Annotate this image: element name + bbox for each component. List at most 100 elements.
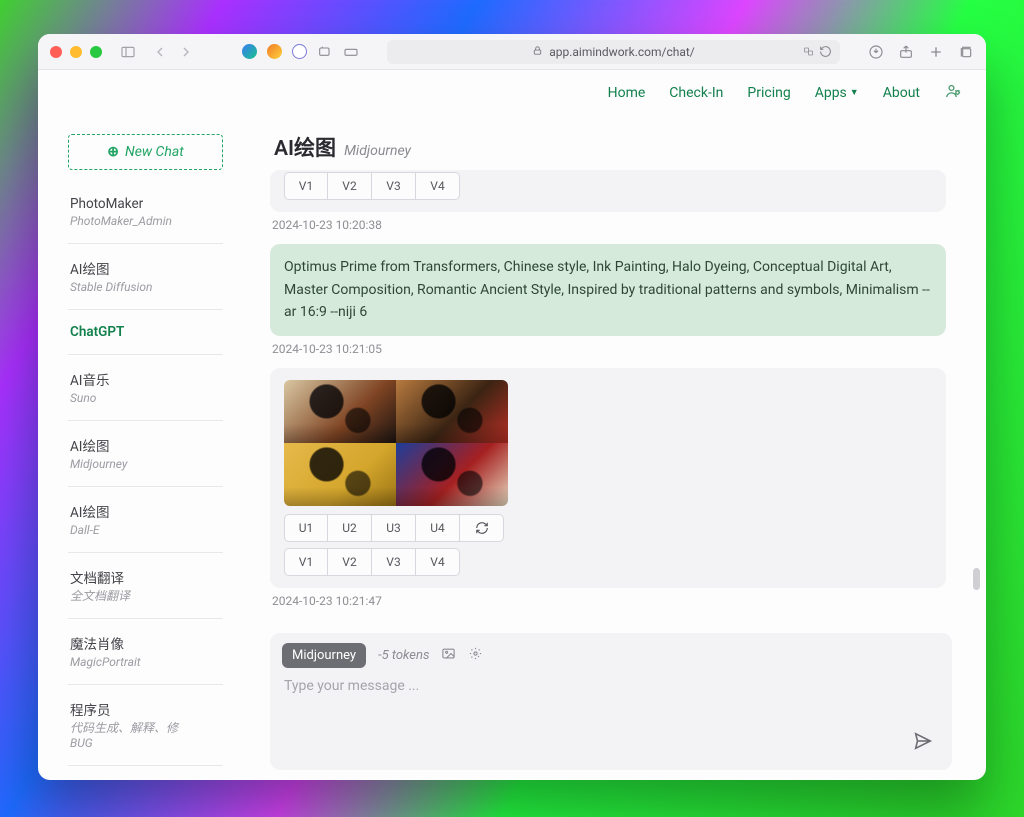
v1-button[interactable]: V1 [284,172,328,200]
image-1[interactable] [284,380,396,443]
chat-scroll[interactable]: V1 V2 V3 V4 2024-10-23 10:20:38 Optimus … [270,170,952,627]
zoom-window-button[interactable] [90,46,102,58]
u1-button[interactable]: U1 [284,514,328,542]
settings-icon[interactable] [468,646,483,665]
sidebar-item-title: AI绘图 [70,501,221,521]
token-hint: -5 tokens [378,648,429,663]
forward-button[interactable] [174,40,198,64]
sidebar-item-sub: PhotoMaker_Admin [70,214,200,229]
new-tab-icon[interactable] [928,44,944,60]
sidebar-item-chatgpt[interactable]: ChatGPT [68,310,223,355]
traffic-lights [50,46,102,58]
timestamp: 2024-10-23 10:21:05 [272,342,946,356]
v3-button[interactable]: V3 [372,172,416,200]
sidebar-item-sub: Midjourney [70,457,200,472]
new-chat-label: New Chat [125,144,184,160]
ext-icon-5[interactable] [343,44,359,60]
result-card: U1 U2 U3 U4 V1 V2 V3 [270,368,946,588]
v4-button[interactable]: V4 [416,172,460,200]
sidebar-item-magic-portrait[interactable]: 魔法肖像 MagicPortrait [68,619,223,685]
result-card-prev: V1 V2 V3 V4 [270,170,946,212]
model-chip[interactable]: Midjourney [282,643,366,668]
ext-icon-4[interactable] [317,44,333,60]
sidebar-item-translate[interactable]: 翻译 [68,766,223,780]
titlebar-right [868,44,974,60]
nav-apps[interactable]: Apps ▼ [815,85,859,101]
image-2[interactable] [396,380,508,443]
nav-home[interactable]: Home [608,85,646,101]
reload-icon[interactable] [819,45,832,58]
app-nav: Home Check-In Pricing Apps ▼ About [38,70,986,116]
titlebar: app.aimindwork.com/chat/ [38,34,986,70]
close-window-button[interactable] [50,46,62,58]
scrollbar-thumb[interactable] [973,568,980,590]
sidebar-item-midjourney[interactable]: AI绘图 Midjourney [68,421,223,487]
v2-button[interactable]: V2 [328,548,372,576]
send-icon [912,730,934,752]
timestamp: 2024-10-23 10:20:38 [272,218,946,232]
u2-button[interactable]: U2 [328,514,372,542]
sidebar-item-suno[interactable]: AI音乐 Suno [68,355,223,421]
send-button[interactable] [912,730,934,756]
v-row-prev: V1 V2 V3 V4 [284,172,932,200]
tabs-overview-icon[interactable] [958,44,974,60]
sidebar-toggle-icon[interactable] [120,44,136,60]
share-icon[interactable] [898,44,914,60]
u-row: U1 U2 U3 U4 [284,514,932,542]
user-prompt-bubble: Optimus Prime from Transformers, Chinese… [270,244,946,336]
new-chat-button[interactable]: ⊕ New Chat [68,134,223,170]
nav-arrows [148,40,198,64]
sidebar-item-sub: Dall-E [70,523,200,538]
nav-checkin[interactable]: Check-In [669,85,723,101]
downloads-icon[interactable] [868,44,884,60]
image-3[interactable] [284,443,396,506]
url-text: app.aimindwork.com/chat/ [549,45,695,59]
sidebar-item-sub: Suno [70,391,200,406]
nav-pricing[interactable]: Pricing [747,85,790,101]
composer-toolbar: Midjourney -5 tokens [282,643,940,668]
nav-apps-label: Apps [815,85,847,101]
v3-button[interactable]: V3 [372,548,416,576]
u4-button[interactable]: U4 [416,514,460,542]
minimize-window-button[interactable] [70,46,82,58]
reload-group [803,45,832,58]
v-row: V1 V2 V3 V4 [284,548,932,576]
sidebar-item-title: AI绘图 [70,258,221,278]
image-attach-icon[interactable] [441,646,456,665]
sidebar-item-sub: 全文档翻译 [70,589,200,604]
reroll-button[interactable] [460,514,504,542]
sidebar-item-sub: Stable Diffusion [70,280,200,295]
page-subtitle: Midjourney [344,143,411,159]
sidebar-item-photomaker[interactable]: PhotoMaker PhotoMaker_Admin [68,182,223,244]
timestamp: 2024-10-23 10:21:47 [272,594,946,608]
page-title: AI绘图 [274,132,336,162]
image-4[interactable] [396,443,508,506]
message-input[interactable] [282,672,940,758]
sidebar-item-sd[interactable]: AI绘图 Stable Diffusion [68,244,223,310]
sidebar-item-coder[interactable]: 程序员 代码生成、解释、修BUG [68,685,223,766]
v1-button[interactable]: V1 [284,548,328,576]
translate-icon[interactable] [803,46,815,58]
v2-button[interactable]: V2 [328,172,372,200]
sidebar-item-title: ChatGPT [70,324,221,340]
sidebar-item-title: AI绘图 [70,435,221,455]
ext-icon-2[interactable] [267,44,282,59]
ext-icon-1[interactable] [242,44,257,59]
sidebar-item-dalle[interactable]: AI绘图 Dall-E [68,487,223,553]
sidebar-item-title: 文档翻译 [70,567,221,587]
ext-icon-3[interactable] [292,44,307,59]
page-heading: AI绘图 Midjourney [270,132,952,162]
back-button[interactable] [148,40,172,64]
user-settings-icon[interactable] [944,82,962,104]
v4-button[interactable]: V4 [416,548,460,576]
main-panel: AI绘图 Midjourney V1 V2 V3 V4 [254,116,986,780]
nav-about[interactable]: About [883,85,920,101]
u3-button[interactable]: U3 [372,514,416,542]
sidebar-item-doc-translate[interactable]: 文档翻译 全文档翻译 [68,553,223,619]
extension-icons [242,44,359,60]
caret-down-icon: ▼ [850,87,859,98]
lock-icon [532,45,543,59]
sidebar-item-title: 程序员 [70,699,221,719]
image-grid[interactable] [284,380,508,506]
address-bar[interactable]: app.aimindwork.com/chat/ [387,40,840,64]
